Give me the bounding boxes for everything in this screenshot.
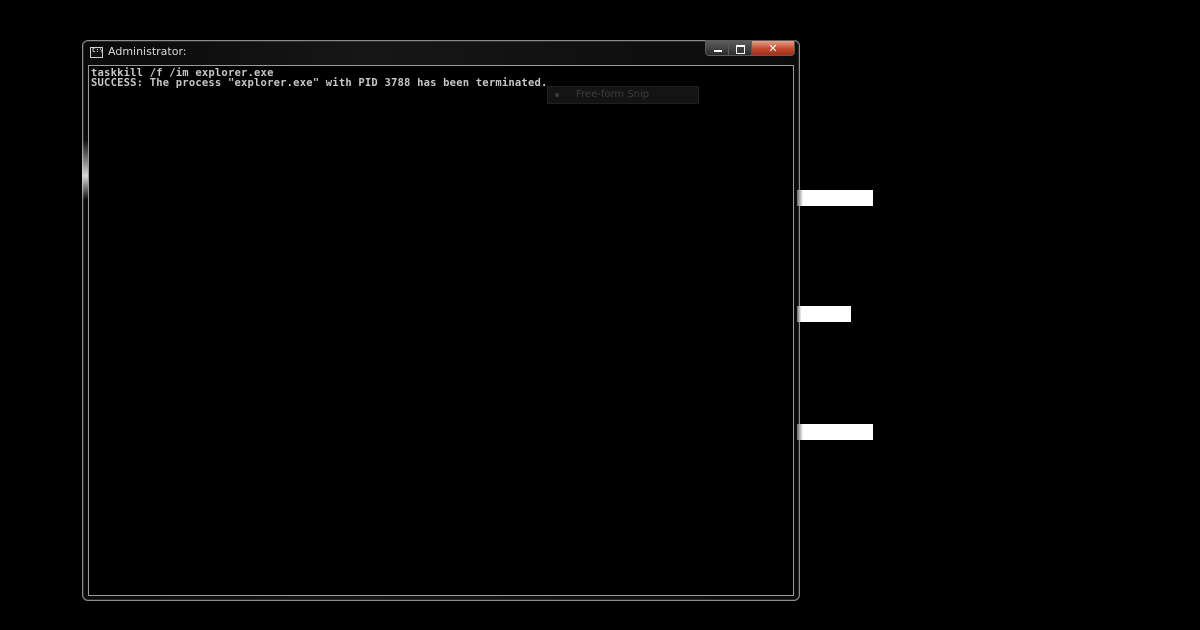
- maximize-icon: [736, 45, 745, 54]
- console-output[interactable]: taskkill /f /im explorer.exe SUCCESS: Th…: [88, 65, 794, 596]
- frame-highlight: [82, 140, 88, 200]
- snip-icon: [555, 93, 559, 97]
- caption-buttons: ✕: [705, 40, 795, 57]
- minimize-button[interactable]: [705, 40, 729, 56]
- snip-menu-label: Free-form Snip: [576, 89, 650, 100]
- command-prompt-icon[interactable]: C:\: [90, 47, 103, 58]
- title-bar[interactable]: C:\ Administrator: ✕: [83, 40, 799, 65]
- side-bar-3: [797, 424, 873, 440]
- icon-text: C:\: [92, 47, 103, 54]
- side-bar-1: [797, 190, 873, 206]
- console-window: C:\ Administrator: ✕ taskkill /f /im exp…: [82, 40, 800, 601]
- maximize-button[interactable]: [729, 40, 752, 56]
- close-icon: ✕: [768, 42, 778, 55]
- snip-menu-item[interactable]: Free-form Snip: [547, 86, 699, 104]
- minimize-icon: [714, 50, 722, 52]
- side-bar-2: [797, 306, 851, 322]
- window-title: Administrator:: [108, 45, 187, 58]
- console-line-result: SUCCESS: The process "explorer.exe" with…: [91, 77, 548, 89]
- close-button[interactable]: ✕: [752, 40, 795, 56]
